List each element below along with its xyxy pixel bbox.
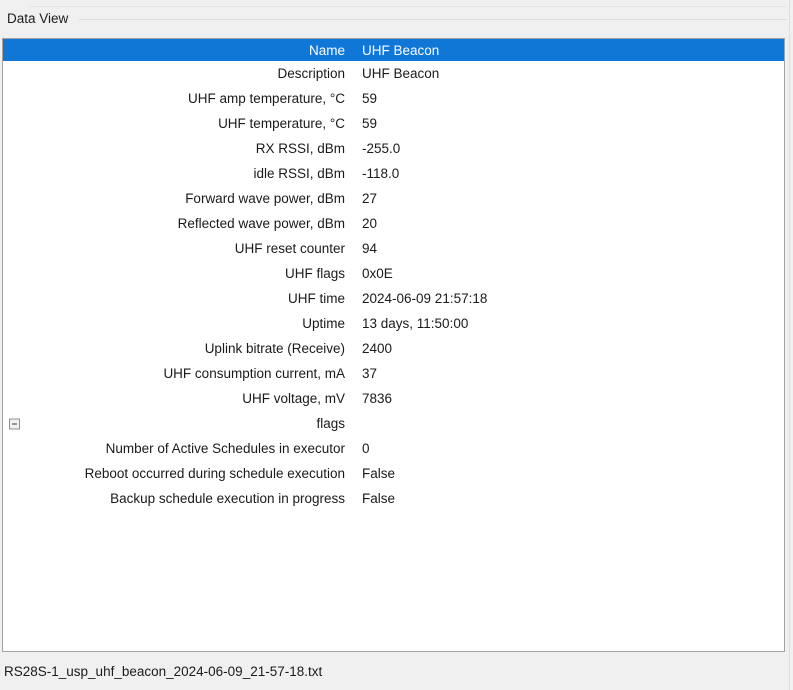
row-label: Uplink bitrate (Receive) bbox=[3, 341, 345, 356]
row-label: RX RSSI, dBm bbox=[3, 141, 345, 156]
grid-row[interactable]: Uplink bitrate (Receive) 2400 bbox=[3, 336, 784, 361]
row-value: 0 bbox=[362, 441, 370, 456]
row-value: -255.0 bbox=[362, 141, 400, 156]
collapse-expander-icon[interactable] bbox=[9, 418, 20, 429]
property-grid-rows: Name UHF Beacon Description UHF Beacon UHF a… bbox=[3, 39, 784, 511]
row-label: Reboot occurred during schedule executio… bbox=[3, 466, 345, 481]
row-value: UHF Beacon bbox=[362, 43, 439, 58]
row-value: UHF Beacon bbox=[362, 66, 439, 81]
groupbox-legend-line bbox=[79, 19, 787, 20]
grid-row[interactable]: UHF consumption current, mA 37 bbox=[3, 361, 784, 386]
grid-row[interactable]: Backup schedule execution in progress Fal… bbox=[3, 486, 784, 511]
row-value: 27 bbox=[362, 191, 377, 206]
grid-row[interactable]: Uptime 13 days, 11:50:00 bbox=[3, 311, 784, 336]
data-view-window: Data View Name UHF Beacon Description UHF B… bbox=[0, 0, 793, 690]
row-value: False bbox=[362, 491, 395, 506]
top-divider-line bbox=[30, 6, 787, 7]
grid-row[interactable]: UHF voltage, mV 7836 bbox=[3, 386, 784, 411]
row-value: 37 bbox=[362, 366, 377, 381]
grid-row[interactable]: UHF time 2024-06-09 21:57:18 bbox=[3, 286, 784, 311]
row-label: flags bbox=[3, 416, 345, 431]
property-grid-panel: Name UHF Beacon Description UHF Beacon UHF a… bbox=[2, 38, 785, 652]
row-label: UHF time bbox=[3, 291, 345, 306]
row-label: Description bbox=[3, 66, 345, 81]
right-divider-line bbox=[789, 0, 790, 690]
row-label: Forward wave power, dBm bbox=[3, 191, 345, 206]
row-value: 94 bbox=[362, 241, 377, 256]
status-filename: RS28S-1_usp_uhf_beacon_2024-06-09_21-57-… bbox=[4, 664, 322, 680]
grid-row[interactable]: Description UHF Beacon bbox=[3, 61, 784, 86]
panel-title: Data View bbox=[7, 11, 72, 27]
grid-row[interactable]: Reboot occurred during schedule executio… bbox=[3, 461, 784, 486]
grid-row[interactable]: Forward wave power, dBm 27 bbox=[3, 186, 784, 211]
row-label: UHF amp temperature, °C bbox=[3, 91, 345, 106]
row-value: 20 bbox=[362, 216, 377, 231]
row-value: 59 bbox=[362, 116, 377, 131]
row-value: 59 bbox=[362, 91, 377, 106]
row-label: Reflected wave power, dBm bbox=[3, 216, 345, 231]
minus-glyph bbox=[12, 423, 17, 424]
row-label: UHF voltage, mV bbox=[3, 391, 345, 406]
row-label: Backup schedule execution in progress bbox=[3, 491, 345, 506]
grid-row-selected[interactable]: Name UHF Beacon bbox=[3, 39, 784, 61]
row-label: UHF reset counter bbox=[3, 241, 345, 256]
grid-row[interactable]: idle RSSI, dBm -118.0 bbox=[3, 161, 784, 186]
row-value: 2024-06-09 21:57:18 bbox=[362, 291, 487, 306]
grid-row[interactable]: UHF temperature, °C 59 bbox=[3, 111, 784, 136]
grid-row[interactable]: UHF reset counter 94 bbox=[3, 236, 784, 261]
row-value: 13 days, 11:50:00 bbox=[362, 316, 468, 331]
row-value: 7836 bbox=[362, 391, 392, 406]
row-label: Number of Active Schedules in executor bbox=[3, 441, 345, 456]
grid-row[interactable]: flags bbox=[3, 411, 784, 436]
row-label: idle RSSI, dBm bbox=[3, 166, 345, 181]
row-label: UHF flags bbox=[3, 266, 345, 281]
grid-row[interactable]: UHF flags 0x0E bbox=[3, 261, 784, 286]
row-label: Name bbox=[3, 43, 345, 58]
grid-row[interactable]: RX RSSI, dBm -255.0 bbox=[3, 136, 784, 161]
row-value: 2400 bbox=[362, 341, 392, 356]
grid-row[interactable]: UHF amp temperature, °C 59 bbox=[3, 86, 784, 111]
row-value: False bbox=[362, 466, 395, 481]
grid-row[interactable]: Number of Active Schedules in executor 0 bbox=[3, 436, 784, 461]
grid-row[interactable]: Reflected wave power, dBm 20 bbox=[3, 211, 784, 236]
row-label: UHF temperature, °C bbox=[3, 116, 345, 131]
row-label: UHF consumption current, mA bbox=[3, 366, 345, 381]
row-value: -118.0 bbox=[362, 166, 399, 181]
row-value: 0x0E bbox=[362, 266, 393, 281]
row-label: Uptime bbox=[3, 316, 345, 331]
